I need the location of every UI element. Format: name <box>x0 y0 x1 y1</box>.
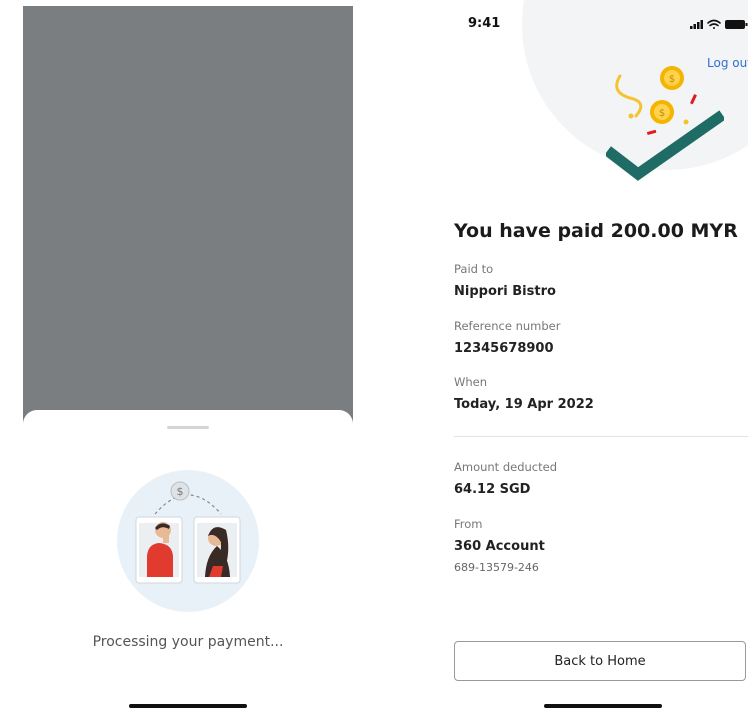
checkmark-icon <box>606 110 724 181</box>
dollar-coin-icon: $ <box>650 100 674 124</box>
dollar-coin-icon: $ <box>660 66 684 90</box>
dimmed-overlay[interactable] <box>23 6 353 426</box>
from-account-number: 689-13579-246 <box>454 561 539 574</box>
bottom-sheet: $ Processing your payment... <box>23 410 353 708</box>
battery-icon <box>725 20 748 29</box>
payment-success-illustration: $ $ <box>606 66 724 181</box>
amount-deducted-value: 64.12 SGD <box>454 482 531 497</box>
when-label: When <box>454 375 488 389</box>
reference-number-label: Reference number <box>454 319 561 333</box>
wifi-icon <box>707 19 721 29</box>
when-value: Today, 19 Apr 2022 <box>454 397 594 412</box>
signal-icon <box>690 20 703 29</box>
amount-deducted-label: Amount deducted <box>454 460 558 474</box>
paid-to-value: Nippori Bistro <box>454 284 556 299</box>
section-divider <box>454 436 748 437</box>
payment-headline: You have paid 200.00 MYR <box>454 220 738 242</box>
from-label: From <box>454 517 483 531</box>
svg-text:$: $ <box>177 485 184 498</box>
svg-text:$: $ <box>669 74 675 85</box>
dollar-coin-icon: $ <box>170 481 190 501</box>
payment-transfer-illustration: $ <box>117 470 259 612</box>
paid-to-label: Paid to <box>454 262 494 276</box>
reference-number-value: 12345678900 <box>454 341 554 356</box>
home-indicator <box>544 704 662 708</box>
logout-link[interactable]: Log out <box>707 56 748 70</box>
back-to-home-button[interactable]: Back to Home <box>454 641 746 681</box>
processing-message: Processing your payment... <box>92 634 284 650</box>
status-bar-icons <box>690 19 748 29</box>
sheet-drag-handle[interactable] <box>167 426 209 429</box>
from-account-name: 360 Account <box>454 539 545 554</box>
status-bar-time: 9:41 <box>468 16 501 31</box>
svg-text:$: $ <box>659 108 665 119</box>
home-indicator <box>129 704 247 708</box>
processing-screen: $ Processing your payment... <box>23 6 353 708</box>
payment-success-screen: 9:41 $ $ Log out You have paid 200.00 MY… <box>430 0 748 708</box>
